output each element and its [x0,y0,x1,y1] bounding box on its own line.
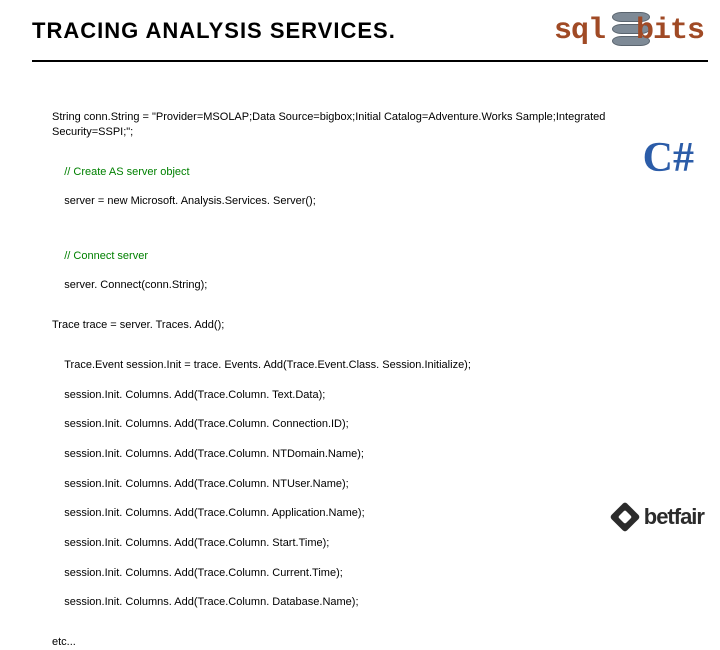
code-etc: etc... [52,635,672,650]
language-badge: C# [643,130,694,187]
code-line: session.Init. Columns. Add(Trace.Column.… [64,478,348,490]
code-line: session.Init. Columns. Add(Trace.Column.… [64,448,364,460]
code-line: server = new Microsoft. Analysis.Service… [64,195,316,207]
code-line: server. Connect(conn.String); [64,279,207,291]
code-line: session.Init. Columns. Add(Trace.Column.… [64,507,364,519]
code-line: session.Init. Columns. Add(Trace.Column.… [64,389,325,401]
code-session-columns: Trace.Event session.Init = trace. Events… [52,343,672,625]
logo-text-left: sql [554,14,605,48]
sqlbits-logo: sql bits [554,8,704,56]
slide-header: TRACING ANALYSIS SERVICES. sql bits [0,0,720,70]
code-line: session.Init. Columns. Add(Trace.Column.… [64,537,329,549]
code-line: session.Init. Columns. Add(Trace.Column.… [64,418,349,430]
code-comment: // Connect server [64,250,148,262]
code-line: session.Init. Columns. Add(Trace.Column.… [64,567,343,579]
code-connect-server: // Connect server server. Connect(conn.S… [52,234,672,308]
code-connection-string: String conn.String = "Provider=MSOLAP;Da… [52,110,672,140]
footer-brand: betfair [614,504,704,530]
header-divider [32,60,708,62]
code-line: Trace.Event session.Init = trace. Events… [64,359,471,371]
code-trace-add: Trace trace = server. Traces. Add(); [52,318,672,333]
logo-text-right: bits [636,14,704,48]
slide-body: C# String conn.String = "Provider=MSOLAP… [0,70,720,650]
code-line: session.Init. Columns. Add(Trace.Column.… [64,596,358,608]
betfair-icon [609,501,640,532]
betfair-text: betfair [644,504,704,530]
code-comment: // Create AS server object [64,166,189,178]
code-create-server: // Create AS server object server = new … [52,150,672,224]
